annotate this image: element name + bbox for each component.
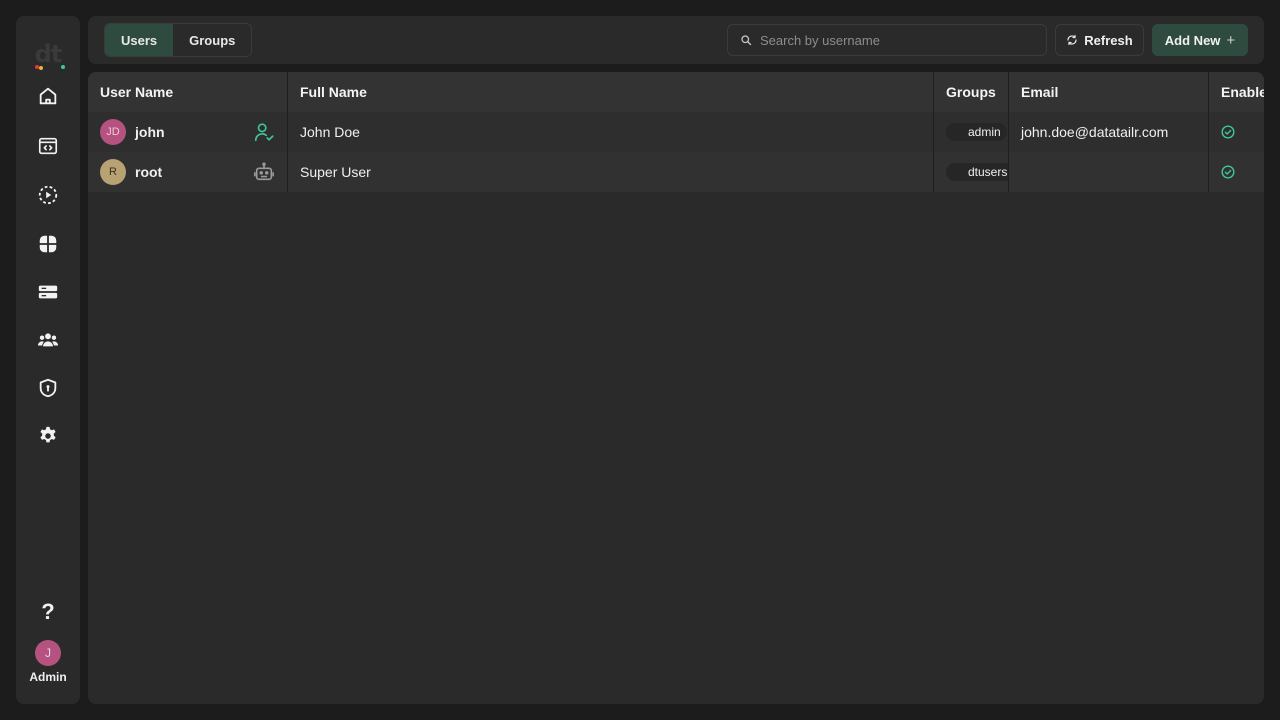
column-header-enabled[interactable]: Enable [1209,72,1264,112]
logo-dot-green [61,65,65,69]
play-circle-icon [38,185,58,205]
help-icon: ? [41,599,55,624]
table-row[interactable]: JD john John Doe admin john.doe@datatail… [88,112,1264,152]
plus-icon: + [1226,31,1236,49]
column-header-groups[interactable]: Groups [934,72,1008,112]
search-input[interactable] [760,32,1040,48]
user-check-icon [254,123,274,142]
avatar: R [100,159,126,185]
tab-users[interactable]: Users [105,24,174,56]
enabled-cell [1209,152,1264,192]
search-box[interactable] [727,24,1047,56]
email-cell: john.doe@datatailr.com [1021,124,1169,140]
sidebar-item-security[interactable] [16,368,80,408]
users-icon [37,333,59,347]
email-cell [1009,152,1208,192]
home-icon [39,87,57,105]
check-circle-icon [1221,125,1235,139]
username: root [135,164,163,180]
sidebar-item-servers[interactable] [16,272,80,312]
column-divider[interactable] [1208,72,1209,192]
add-new-label: Add New [1164,32,1221,48]
column-divider[interactable] [287,72,288,192]
sidebar-item-jobs[interactable] [16,175,80,215]
username: john [135,124,165,140]
sidebar-item-code[interactable] [16,126,80,166]
add-new-button[interactable]: Add New + [1152,24,1248,56]
user-label: Admin [29,670,67,684]
avatar: J [35,640,61,666]
sidebar-item-apps[interactable] [16,224,80,264]
logo-dot-yellow [39,66,43,70]
table-row[interactable]: R root Super User dtusers [88,152,1264,192]
table-header: User Name Full Name Groups Email Enable [88,72,1264,112]
group-badge[interactable]: dtusers [946,163,1008,181]
tab-groups[interactable]: Groups [173,24,251,56]
sidebar-item-users[interactable] [16,320,80,360]
code-window-icon [38,137,58,155]
groups-cell: admin [934,112,1008,152]
toolbar: Users Groups Refresh Add New + [88,16,1264,64]
refresh-button[interactable]: Refresh [1055,24,1144,56]
sidebar: dt ? J Admin [16,16,80,704]
sidebar-item-home[interactable] [16,76,80,116]
column-header-username[interactable]: User Name [88,72,287,112]
users-table: User Name Full Name Groups Email Enable … [88,72,1264,704]
sidebar-item-settings[interactable] [16,416,80,456]
column-divider[interactable] [933,72,934,192]
groups-cell: dtusers [934,152,1008,192]
gear-icon [40,426,56,443]
column-header-fullname[interactable]: Full Name [288,72,933,112]
current-user[interactable]: J Admin [16,640,80,696]
logo-text: dt [34,40,63,68]
help-button[interactable]: ? [16,592,80,632]
robot-icon [254,162,274,181]
avatar: JD [100,119,126,145]
group-badge[interactable]: admin [946,123,1007,141]
grid-petals-icon [39,235,57,253]
refresh-icon [1067,34,1077,46]
refresh-label: Refresh [1084,32,1133,48]
view-tabs: Users Groups [104,23,253,57]
fullname-cell: John Doe [300,124,360,140]
fullname-cell: Super User [300,164,371,180]
server-icon [38,285,58,299]
enabled-cell [1209,112,1264,152]
column-divider[interactable] [1008,72,1009,192]
search-icon [741,35,752,46]
app-logo[interactable]: dt [16,32,80,76]
check-circle-icon [1221,165,1235,179]
shield-icon [39,378,57,398]
column-header-email[interactable]: Email [1009,72,1208,112]
